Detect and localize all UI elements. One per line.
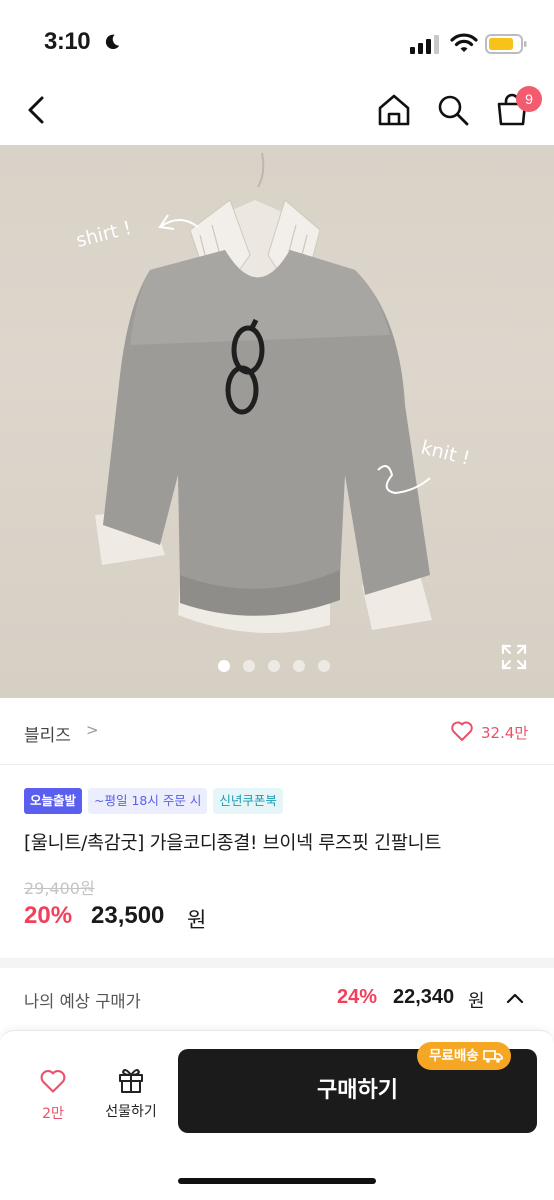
tag-today-shipping: 오늘출발 [24, 788, 83, 814]
chevron-up-icon[interactable] [504, 988, 526, 1010]
expected-price-row[interactable]: 나의 예상 구매가 24% 22,340 원 [0, 968, 554, 1030]
carousel-dot[interactable] [318, 660, 330, 672]
nav-bar [0, 80, 554, 144]
expected-price-unit: 원 [468, 991, 485, 1012]
like-count: 2만 [42, 1106, 64, 1122]
carousel-dot[interactable] [243, 660, 255, 672]
signal-icon [410, 35, 439, 54]
gift-icon [119, 1069, 143, 1093]
product-tags: 오늘출발 ~평일 18시 주문 시 신년쿠폰북 [24, 788, 283, 814]
bottom-action-bar: 2만 선물하기 구매하기 무료배송 [0, 1030, 554, 1200]
carousel-dot[interactable] [268, 660, 280, 672]
gift-label: 선물하기 [105, 1104, 157, 1120]
carousel-indicator [218, 660, 330, 672]
heart-icon[interactable] [450, 719, 474, 743]
cart-count-badge: 9 [516, 86, 542, 112]
home-indicator [178, 1178, 376, 1184]
battery-icon [485, 34, 527, 54]
annotation-shirt: shirt ! [74, 217, 134, 252]
expected-price: 22,340 [393, 986, 455, 1008]
annotation-knit: knit ! [419, 437, 472, 470]
free-shipping-label: 무료배송 [429, 1048, 479, 1064]
product-title: [울니트/촉감굿] 가을코디종결! 브이넥 루즈핏 긴팔니트 [24, 833, 442, 854]
store-like-count: 32.4만 [481, 724, 529, 742]
status-bar: 3:10 [0, 0, 554, 80]
tag-coupon-book[interactable]: 신년쿠폰북 [213, 788, 283, 814]
store-row: 블리즈 > 32.4만 [0, 699, 554, 765]
carousel-dot[interactable] [218, 660, 230, 672]
home-icon[interactable] [374, 90, 414, 130]
expected-price-label: 나의 예상 구매가 [24, 992, 141, 1011]
original-price: 29,400원 [24, 879, 95, 898]
wifi-icon [450, 33, 478, 52]
sale-price: 23,500 [91, 902, 165, 929]
product-photo: shirt ! knit ! [74, 152, 472, 633]
store-name-link[interactable]: 블리즈 [24, 721, 71, 746]
product-image-carousel[interactable]: shirt ! knit ! [0, 145, 554, 698]
section-divider [0, 958, 554, 968]
discount-rate: 20% [24, 902, 73, 929]
sale-price-unit: 원 [187, 908, 207, 932]
expected-discount: 24% [337, 986, 378, 1008]
gift-button[interactable]: 선물하기 [96, 1063, 166, 1121]
expand-icon[interactable] [500, 643, 528, 671]
truck-icon [482, 1050, 503, 1063]
like-button[interactable]: 2만 [30, 1067, 76, 1123]
tag-order-cutoff: ~평일 18시 주문 시 [88, 788, 208, 814]
chevron-right-icon[interactable]: > [86, 721, 99, 739]
free-shipping-badge: 무료배송 [417, 1042, 511, 1070]
status-time: 3:10 [44, 28, 91, 55]
search-icon[interactable] [433, 90, 473, 130]
heart-icon [40, 1070, 66, 1093]
back-icon[interactable] [18, 90, 58, 130]
carousel-dot[interactable] [293, 660, 305, 672]
moon-icon [105, 34, 120, 50]
